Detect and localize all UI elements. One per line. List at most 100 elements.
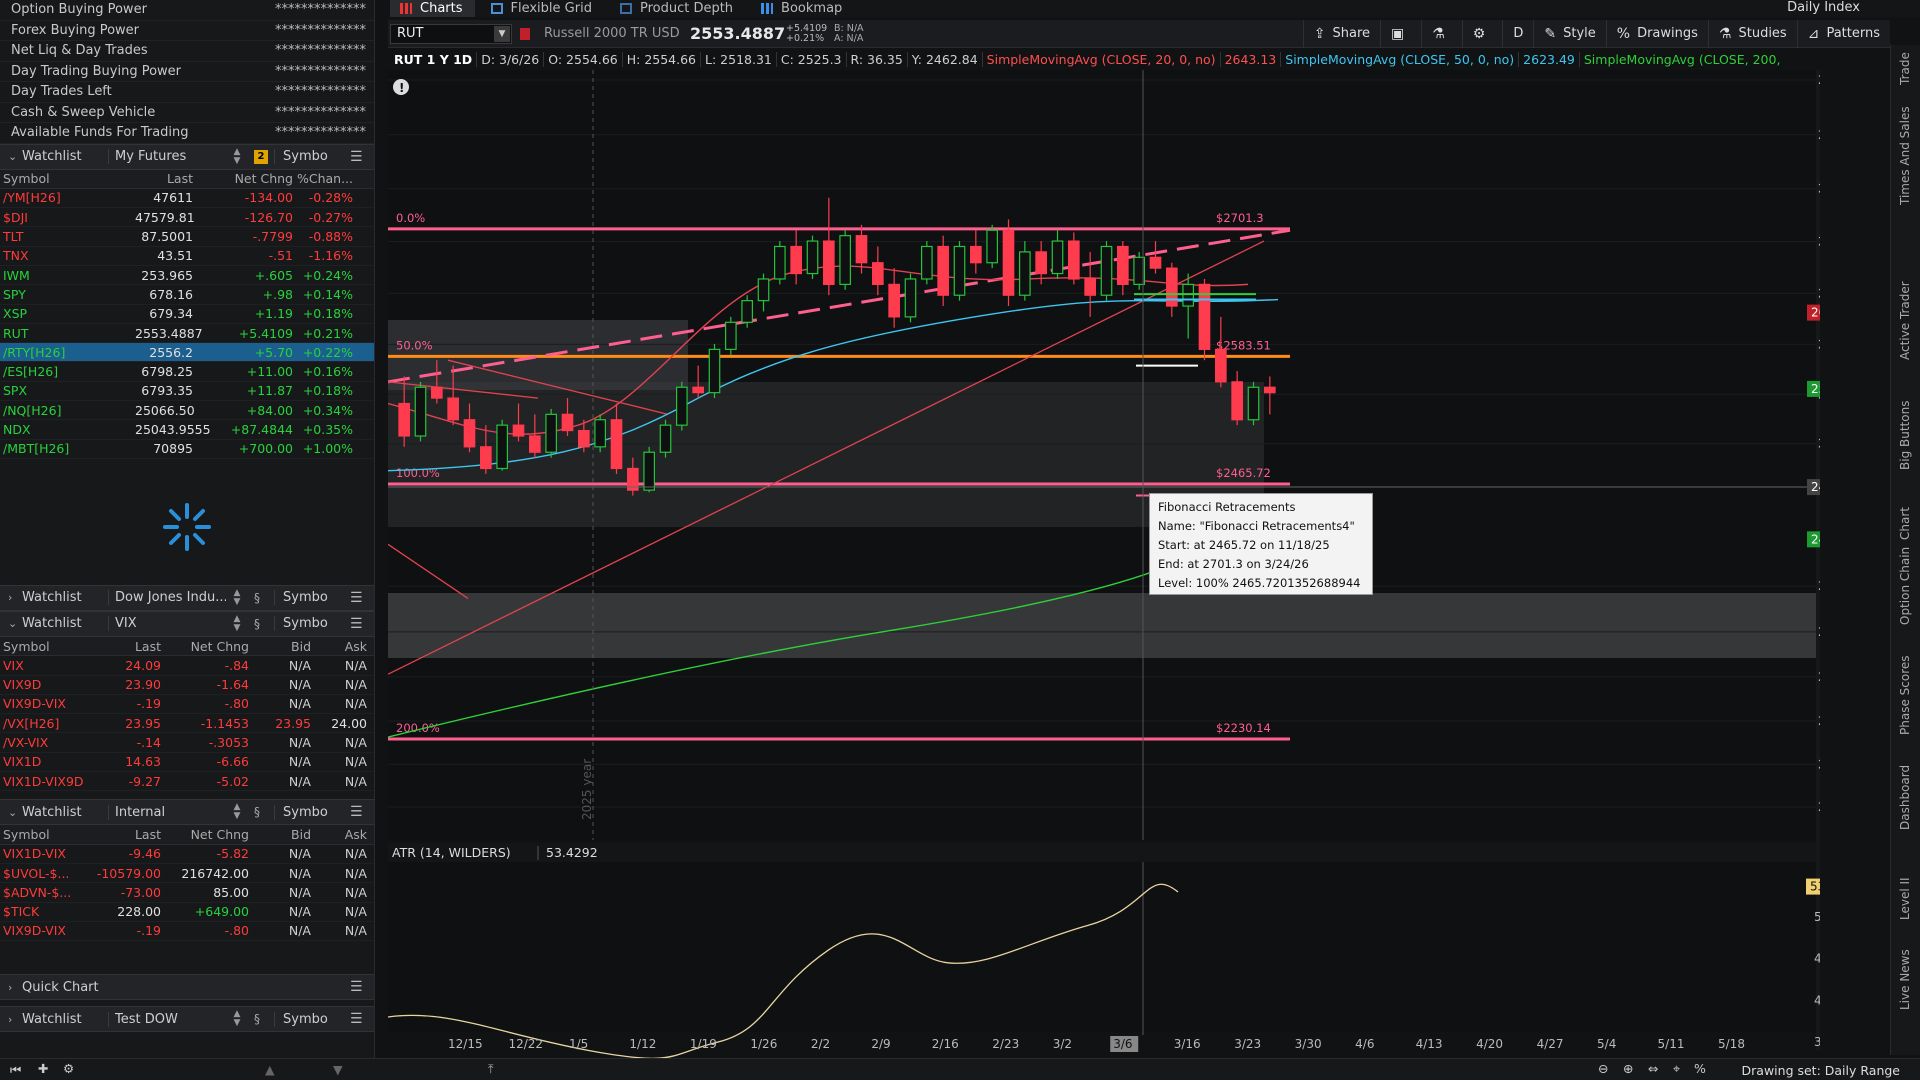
- candle-body[interactable]: [447, 397, 459, 421]
- candle-body[interactable]: [1215, 348, 1227, 383]
- col-net-chng[interactable]: Net Chng: [193, 171, 293, 186]
- aggregation-button[interactable]: D: [1502, 19, 1533, 48]
- candle-body[interactable]: [1264, 386, 1276, 394]
- candle-body[interactable]: [1084, 278, 1096, 296]
- pan-icon[interactable]: ⇔: [1648, 1061, 1658, 1076]
- link-icon[interactable]: §: [254, 805, 268, 819]
- candle-body[interactable]: [970, 245, 982, 264]
- sort-arrows-icon[interactable]: ▲ ▼: [226, 147, 248, 166]
- table-row[interactable]: $ADVN-$... -73.00 85.00 N/A N/A: [0, 883, 374, 903]
- col-ask[interactable]: Ask: [311, 827, 367, 842]
- table-row[interactable]: NDX 25043.9555 +87.4844 +0.35%: [0, 420, 374, 440]
- symbol-add-button[interactable]: Symbo: [274, 616, 334, 632]
- candle-body[interactable]: [757, 278, 770, 302]
- percent-icon[interactable]: %: [1694, 1061, 1706, 1076]
- candle-body[interactable]: [578, 429, 590, 448]
- col-pct-change[interactable]: %Chan...: [293, 171, 357, 186]
- watchlist-name-select[interactable]: Test DOW: [108, 1011, 226, 1027]
- symbol-add-button[interactable]: Symbo: [274, 149, 334, 164]
- drawings-button[interactable]: % Drawings: [1605, 19, 1708, 48]
- side-tab-chart[interactable]: Chart: [1898, 507, 1912, 540]
- table-row[interactable]: /VX-VIX -.14 -.3053 N/A N/A: [0, 733, 374, 753]
- candle-body[interactable]: [692, 386, 704, 394]
- scroll-down-icon[interactable]: ▼: [333, 1062, 343, 1077]
- candle-body[interactable]: [414, 386, 427, 437]
- zoom-out-icon[interactable]: ⊖: [1598, 1061, 1608, 1076]
- menu-icon[interactable]: ☰: [350, 804, 374, 820]
- quick-chart-header[interactable]: › Quick Chart ☰: [0, 974, 374, 1001]
- patterns-button[interactable]: ⊿ Patterns: [1796, 19, 1890, 48]
- symbol-add-button[interactable]: Symbo: [274, 1011, 334, 1027]
- candle-body[interactable]: [512, 424, 525, 437]
- side-tab-times-and-sales[interactable]: Times And Sales: [1898, 106, 1912, 205]
- side-tab-trade[interactable]: Trade: [1898, 52, 1912, 85]
- candle-body[interactable]: [431, 386, 443, 399]
- candle-body[interactable]: [790, 245, 802, 275]
- candle-body[interactable]: [610, 419, 623, 470]
- candle-body[interactable]: [676, 386, 688, 426]
- sort-arrows-icon[interactable]: ▲ ▼: [226, 588, 248, 607]
- table-row[interactable]: VIX9D-VIX -.19 -.80 N/A N/A: [0, 695, 374, 715]
- candle-body[interactable]: [806, 240, 819, 275]
- candle-body[interactable]: [1247, 386, 1260, 421]
- daily-index-label[interactable]: Daily Index: [1787, 0, 1860, 15]
- table-row[interactable]: /ES[H26] 6798.25 +11.00 +0.16%: [0, 362, 374, 382]
- col-symbol[interactable]: Symbol: [0, 639, 90, 654]
- chevron-down-icon[interactable]: ▼: [494, 25, 510, 42]
- candle-body[interactable]: [774, 245, 786, 280]
- candle-body[interactable]: [823, 240, 835, 285]
- menu-icon[interactable]: ☰: [350, 979, 374, 995]
- link-icon[interactable]: §: [254, 617, 268, 631]
- table-row[interactable]: $TICK 228.00 +649.00 N/A N/A: [0, 903, 374, 922]
- price-chart[interactable]: 2838.74 2788.13 2738.42 2689.6 2641.65 2594.5…: [388, 70, 1820, 1070]
- candle-body[interactable]: [1002, 229, 1015, 296]
- chevron-down-icon[interactable]: ⌄: [8, 617, 22, 630]
- candle-body[interactable]: [659, 424, 672, 453]
- table-row[interactable]: IWM 253.965 +.605 +0.24%: [0, 266, 374, 286]
- watchlist-header-futures[interactable]: ⌄ Watchlist My Futures ▲ ▼ 2 Symbo ☰: [0, 143, 374, 170]
- candle-body[interactable]: [1100, 245, 1113, 296]
- table-row[interactable]: RUT 2553.4887 +5.4109 +0.21%: [0, 324, 374, 344]
- link-icon[interactable]: §: [254, 591, 268, 605]
- gear-icon[interactable]: ⚙: [63, 1061, 74, 1076]
- side-tab-big-buttons[interactable]: Big Buttons: [1898, 401, 1912, 470]
- candle-body[interactable]: [1019, 251, 1031, 296]
- symbol-add-button[interactable]: Symbo: [274, 590, 334, 606]
- snapshot-button[interactable]: ▣: [1380, 19, 1421, 48]
- candle-body[interactable]: [1149, 256, 1162, 269]
- candle-body[interactable]: [496, 424, 508, 470]
- table-row[interactable]: VIX 24.09 -.84 N/A N/A: [0, 656, 374, 676]
- candle-body[interactable]: [594, 419, 606, 448]
- table-row[interactable]: SPY 678.16 +.98 +0.14%: [0, 285, 374, 305]
- candle-body[interactable]: [463, 419, 476, 448]
- candle-body[interactable]: [725, 321, 737, 350]
- chevron-right-icon[interactable]: ›: [8, 591, 22, 604]
- menu-icon[interactable]: ☰: [350, 1011, 374, 1027]
- col-bid[interactable]: Bid: [249, 827, 311, 842]
- candle-body[interactable]: [1182, 283, 1194, 307]
- expand-panel-icon[interactable]: ⤒: [488, 1061, 494, 1077]
- col-net-chng[interactable]: Net Chng: [161, 639, 249, 654]
- crosshair-icon[interactable]: ⌖: [1673, 1061, 1680, 1077]
- table-row[interactable]: VIX9D-VIX -.19 -.80 N/A N/A: [0, 922, 374, 942]
- link-badge[interactable]: 2: [254, 149, 268, 164]
- table-row[interactable]: $UVOL-$... -10579.00 216742.00 N/A N/A: [0, 864, 374, 884]
- scroll-up-icon[interactable]: ▲: [265, 1062, 275, 1077]
- tab-bookmap[interactable]: Bookmap: [751, 0, 854, 17]
- side-tab-live-news[interactable]: Live News: [1898, 949, 1912, 1010]
- watchlist-name-select[interactable]: My Futures: [108, 149, 226, 164]
- alert-flag-icon[interactable]: [520, 27, 530, 40]
- chevron-right-icon[interactable]: ›: [8, 981, 22, 994]
- drawing-set-label[interactable]: Drawing set: Daily Range: [1742, 1063, 1900, 1078]
- candle-body[interactable]: [529, 435, 541, 453]
- candle-body[interactable]: [1051, 240, 1064, 275]
- sort-arrows-icon[interactable]: ▲ ▼: [226, 614, 248, 633]
- menu-icon[interactable]: ☰: [350, 616, 374, 632]
- candle-body[interactable]: [904, 278, 917, 318]
- candle-body[interactable]: [545, 413, 557, 453]
- table-row[interactable]: /VX[H26] 23.95 -1.1453 23.95 24.00: [0, 714, 374, 734]
- candle-body[interactable]: [643, 451, 655, 491]
- tab-flexible-grid[interactable]: Flexible Grid: [481, 0, 604, 17]
- candle-body[interactable]: [888, 283, 900, 318]
- candle-body[interactable]: [561, 413, 574, 432]
